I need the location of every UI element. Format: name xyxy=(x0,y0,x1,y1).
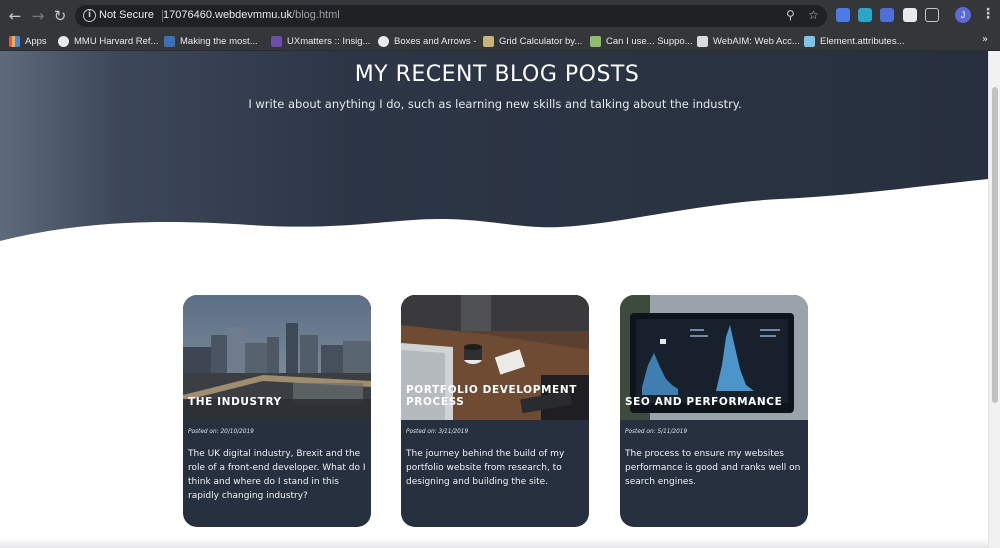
bookmark-item[interactable]: Boxes and Arrows - xyxy=(378,34,476,48)
reload-icon[interactable]: ↻ xyxy=(51,7,69,25)
bookmark-label: Element.attributes... xyxy=(820,35,905,47)
extension-c-icon[interactable] xyxy=(903,8,917,22)
bookmarks-bar: Apps MMU Harvard Ref... Making the most.… xyxy=(0,31,1000,51)
apps-grid-icon xyxy=(9,35,20,47)
analytics-laptop-image: SEO AND PERFORMANCE xyxy=(620,295,808,420)
extension-shield-icon[interactable] xyxy=(836,8,850,22)
page-title: MY RECENT BLOG POSTS xyxy=(354,62,640,87)
card-excerpt: The journey behind the build of my portf… xyxy=(406,449,565,487)
card-date: Posted on: 20/10/2019 xyxy=(188,429,254,435)
webaim-icon xyxy=(697,35,708,47)
bookmark-item[interactable]: Can I use... Suppo... xyxy=(590,34,693,48)
bookmark-label: Making the most... xyxy=(180,35,258,47)
globe-icon xyxy=(58,35,69,47)
back-icon[interactable]: ← xyxy=(6,7,24,25)
security-label[interactable]: Not Secure xyxy=(99,9,154,21)
globe-icon xyxy=(378,35,389,47)
bookmark-label: Can I use... Suppo... xyxy=(606,35,693,47)
info-icon[interactable]: i xyxy=(83,9,96,22)
caniuse-icon xyxy=(590,35,601,47)
mdn-icon xyxy=(804,35,815,47)
w-icon xyxy=(164,35,175,47)
bookmark-label: Boxes and Arrows - xyxy=(394,35,477,47)
scrollbar-thumb[interactable] xyxy=(992,87,998,403)
browser-menu-icon[interactable]: ⋮ xyxy=(981,6,995,22)
url-text[interactable]: 17076460.webdevmmu.uk/blog.html xyxy=(163,9,340,21)
blog-card-industry[interactable]: THE INDUSTRY Posted on: 20/10/2019 The U… xyxy=(183,295,371,527)
page-content: MY RECENT BLOG POSTS I write about anyth… xyxy=(0,51,988,548)
blog-card-seo[interactable]: SEO AND PERFORMANCE Posted on: 5/11/2019… xyxy=(620,295,808,527)
card-title[interactable]: PORTFOLIO DEVELOPMENT PROCESS xyxy=(406,384,583,408)
blog-card-portfolio[interactable]: PORTFOLIO DEVELOPMENT PROCESS Posted on:… xyxy=(401,295,589,527)
grid-calculator-icon xyxy=(483,35,494,47)
bookmark-item[interactable]: MMU Harvard Ref... xyxy=(58,34,158,48)
bookmark-apps[interactable]: Apps xyxy=(9,34,47,48)
star-icon[interactable]: ☆ xyxy=(808,8,819,22)
bookmark-label: WebAIM: Web Acc... xyxy=(713,35,800,47)
card-excerpt: The process to ensure my websites perfor… xyxy=(625,449,801,487)
bookmark-item[interactable]: WebAIM: Web Acc... xyxy=(697,34,800,48)
bookmark-label: Grid Calculator by... xyxy=(499,35,583,47)
bookmark-label: MMU Harvard Ref... xyxy=(74,35,159,47)
bookmark-item[interactable]: Element.attributes... xyxy=(804,34,904,48)
bookmarks-overflow-icon[interactable]: » xyxy=(982,34,988,45)
city-skyline-image: THE INDUSTRY xyxy=(183,295,371,420)
bookmark-label: Apps xyxy=(25,35,47,47)
bookmark-label: UXmatters :: Insig... xyxy=(287,35,371,47)
address-bar[interactable]: i Not Secure 17076460.webdevmmu.uk/blog.… xyxy=(75,5,827,27)
ux-icon xyxy=(271,35,282,47)
page-subtitle: I write about anything I do, such as lea… xyxy=(248,97,742,111)
card-title[interactable]: THE INDUSTRY xyxy=(188,396,365,408)
profile-avatar[interactable]: J xyxy=(955,7,971,23)
card-date: Posted on: 5/11/2019 xyxy=(625,429,688,435)
bookmark-item[interactable]: Making the most... xyxy=(164,34,258,48)
forward-icon[interactable]: → xyxy=(29,7,47,25)
card-excerpt: The UK digital industry, Brexit and the … xyxy=(188,449,366,501)
url-path: /blog.html xyxy=(292,9,340,21)
extension-accessibility-icon[interactable] xyxy=(925,8,939,22)
bookmark-item[interactable]: UXmatters :: Insig... xyxy=(271,34,370,48)
page-bottom-fade xyxy=(0,538,988,548)
hero-wave-divider xyxy=(0,179,988,271)
extension-grid-icon[interactable] xyxy=(858,8,872,22)
card-title[interactable]: SEO AND PERFORMANCE xyxy=(625,396,802,408)
page-scrollbar[interactable] xyxy=(988,51,1000,548)
zoom-icon[interactable]: ⚲ xyxy=(786,8,795,22)
card-date: Posted on: 3/11/2019 xyxy=(406,429,469,435)
laptop-desk-image: PORTFOLIO DEVELOPMENT PROCESS xyxy=(401,295,589,420)
bookmark-item[interactable]: Grid Calculator by... xyxy=(483,34,582,48)
extension-translate-icon[interactable] xyxy=(880,8,894,22)
browser-toolbar: ← → ↻ i Not Secure 17076460.webdevmmu.uk… xyxy=(0,0,1000,31)
url-host: 17076460.webdevmmu.uk xyxy=(163,9,293,21)
